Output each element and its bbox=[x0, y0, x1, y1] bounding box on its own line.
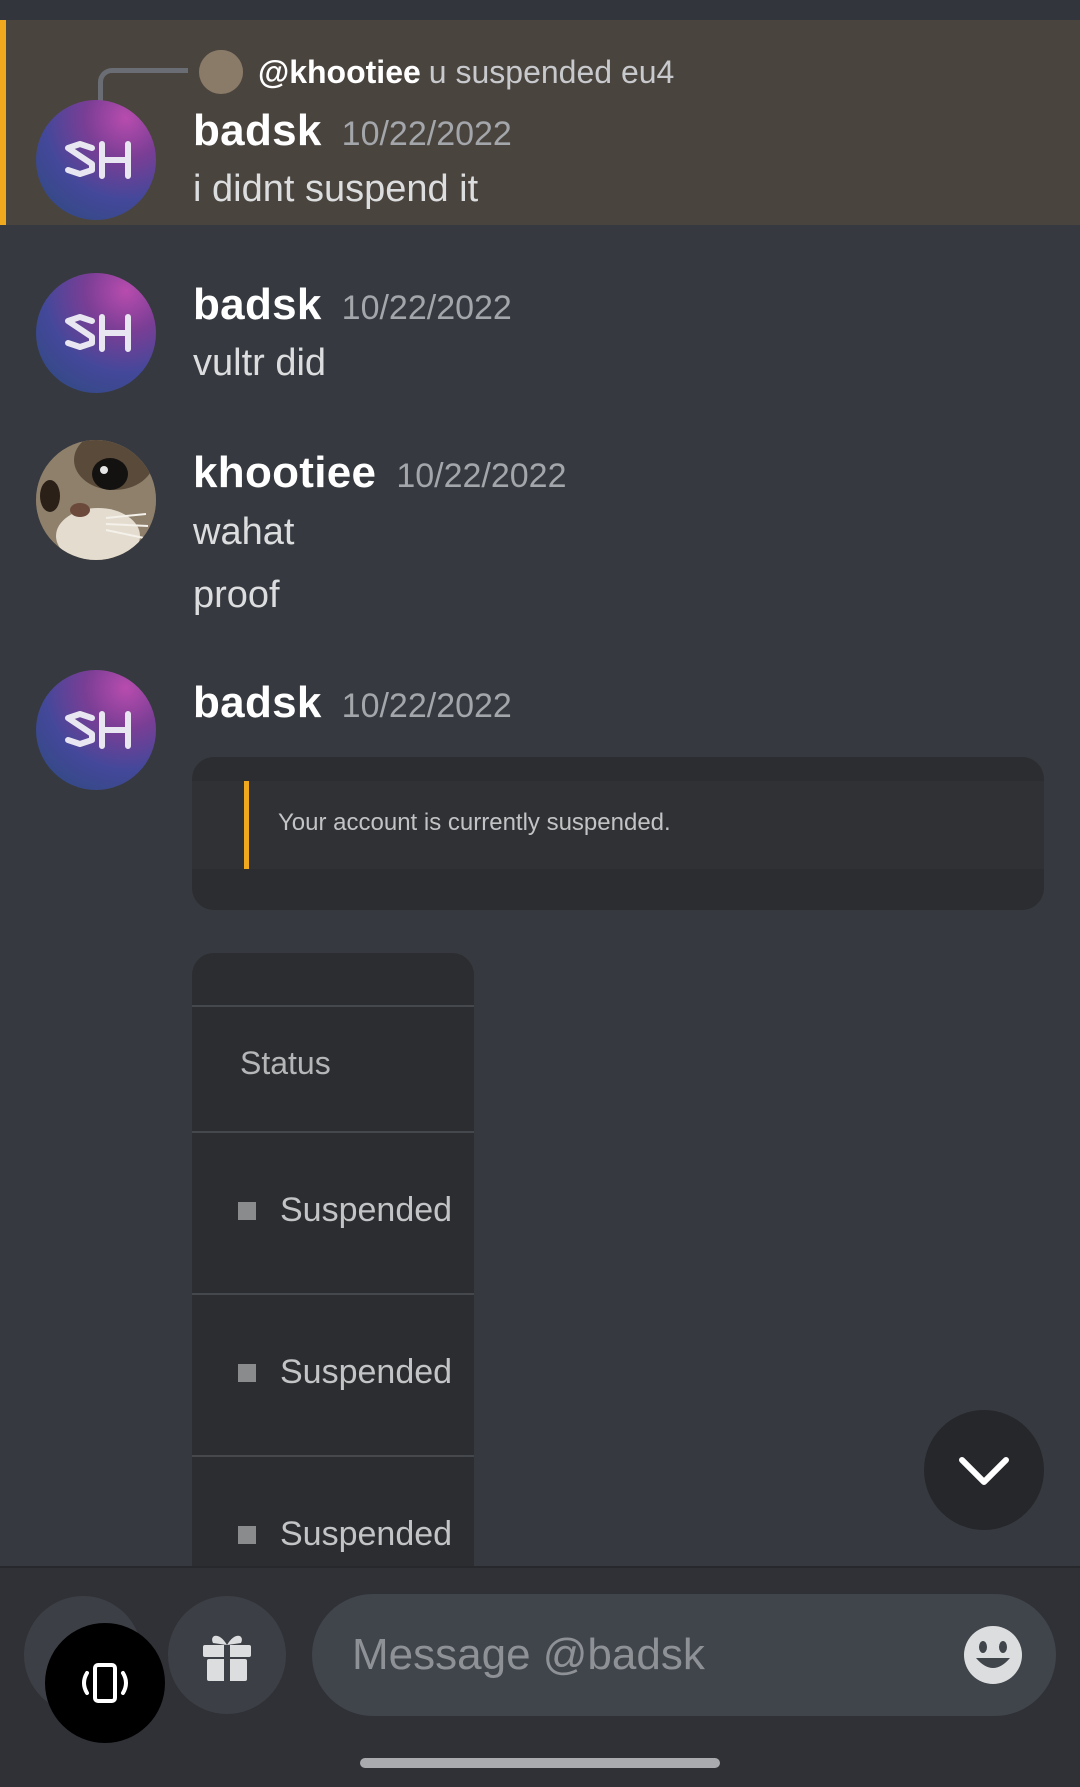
table-row: Suspended bbox=[192, 1131, 474, 1293]
timestamp: 10/22/2022 bbox=[341, 115, 512, 153]
table-header: Status bbox=[192, 1005, 474, 1131]
table-row: Suspended bbox=[192, 1293, 474, 1455]
status-square-icon bbox=[238, 1201, 256, 1220]
emoji-icon bbox=[964, 1626, 1022, 1684]
emoji-button[interactable] bbox=[962, 1624, 1024, 1686]
reply-preview[interactable]: @khootiee u suspended eu4 bbox=[258, 52, 674, 92]
message-header: khootiee 10/22/2022 bbox=[193, 448, 567, 498]
avatar[interactable] bbox=[36, 100, 156, 220]
mention-highlight[interactable]: @khootiee u suspended eu4 bbox=[0, 20, 1080, 225]
gift-icon bbox=[203, 1635, 251, 1681]
cat-avatar-icon bbox=[36, 440, 156, 560]
table-row: Suspended bbox=[192, 1455, 474, 1568]
avatar[interactable] bbox=[36, 440, 156, 560]
status-square-icon bbox=[238, 1363, 256, 1382]
message-text: i didnt suspend it bbox=[193, 168, 479, 210]
notice-text: Your account is currently suspended. bbox=[278, 809, 671, 836]
avatar[interactable] bbox=[36, 670, 156, 790]
scroll-to-bottom-button[interactable] bbox=[924, 1410, 1044, 1530]
notice-panel: Your account is currently suspended. bbox=[192, 781, 1044, 869]
status-square-icon bbox=[238, 1525, 256, 1544]
composer-bar bbox=[0, 1566, 1080, 1787]
username[interactable]: badsk bbox=[193, 106, 322, 155]
username[interactable]: khootiee bbox=[193, 448, 376, 497]
reply-mention[interactable]: @khootiee bbox=[258, 54, 421, 90]
message-input[interactable] bbox=[312, 1594, 1056, 1716]
message-header: badsk 10/22/2022 bbox=[193, 678, 512, 728]
status-cell: Suspended bbox=[238, 1515, 452, 1554]
rotate-screen-button[interactable] bbox=[45, 1623, 165, 1743]
sh-logo-icon bbox=[65, 141, 131, 179]
notice-accent-bar bbox=[244, 781, 249, 869]
image-attachment-notice[interactable]: Your account is currently suspended. bbox=[192, 757, 1044, 910]
sh-logo-icon bbox=[65, 314, 131, 352]
username[interactable]: badsk bbox=[193, 678, 322, 727]
message-header: badsk 10/22/2022 bbox=[193, 280, 512, 330]
message-header: badsk 10/22/2022 bbox=[193, 106, 512, 156]
timestamp: 10/22/2022 bbox=[341, 687, 512, 725]
status-text: Suspended bbox=[280, 1515, 453, 1553]
image-attachment-table[interactable]: Status Suspended Suspended Suspended bbox=[192, 953, 474, 1568]
table-header-status: Status bbox=[240, 1045, 331, 1081]
status-cell: Suspended bbox=[238, 1191, 452, 1230]
message-text: proof bbox=[193, 574, 280, 616]
top-strip bbox=[0, 0, 1080, 20]
message-text: wahat bbox=[193, 511, 295, 553]
avatar[interactable] bbox=[36, 273, 156, 393]
rotate-screen-icon bbox=[82, 1663, 128, 1703]
status-text: Suspended bbox=[280, 1191, 453, 1229]
status-cell: Suspended bbox=[238, 1353, 452, 1392]
username[interactable]: badsk bbox=[193, 280, 322, 329]
chevron-down-icon bbox=[959, 1457, 1009, 1485]
timestamp: 10/22/2022 bbox=[396, 457, 567, 495]
chat-screen: @khootiee u suspended eu4 badsk 10/22/2022… bbox=[0, 0, 1080, 1787]
gift-button[interactable] bbox=[168, 1596, 286, 1714]
reply-content: u suspended eu4 bbox=[428, 54, 675, 90]
status-text: Suspended bbox=[280, 1353, 453, 1391]
reply-avatar[interactable] bbox=[199, 50, 243, 94]
home-indicator[interactable] bbox=[360, 1758, 720, 1768]
message-text: vultr did bbox=[193, 342, 327, 384]
sh-logo-icon bbox=[65, 711, 131, 749]
timestamp: 10/22/2022 bbox=[341, 289, 512, 327]
